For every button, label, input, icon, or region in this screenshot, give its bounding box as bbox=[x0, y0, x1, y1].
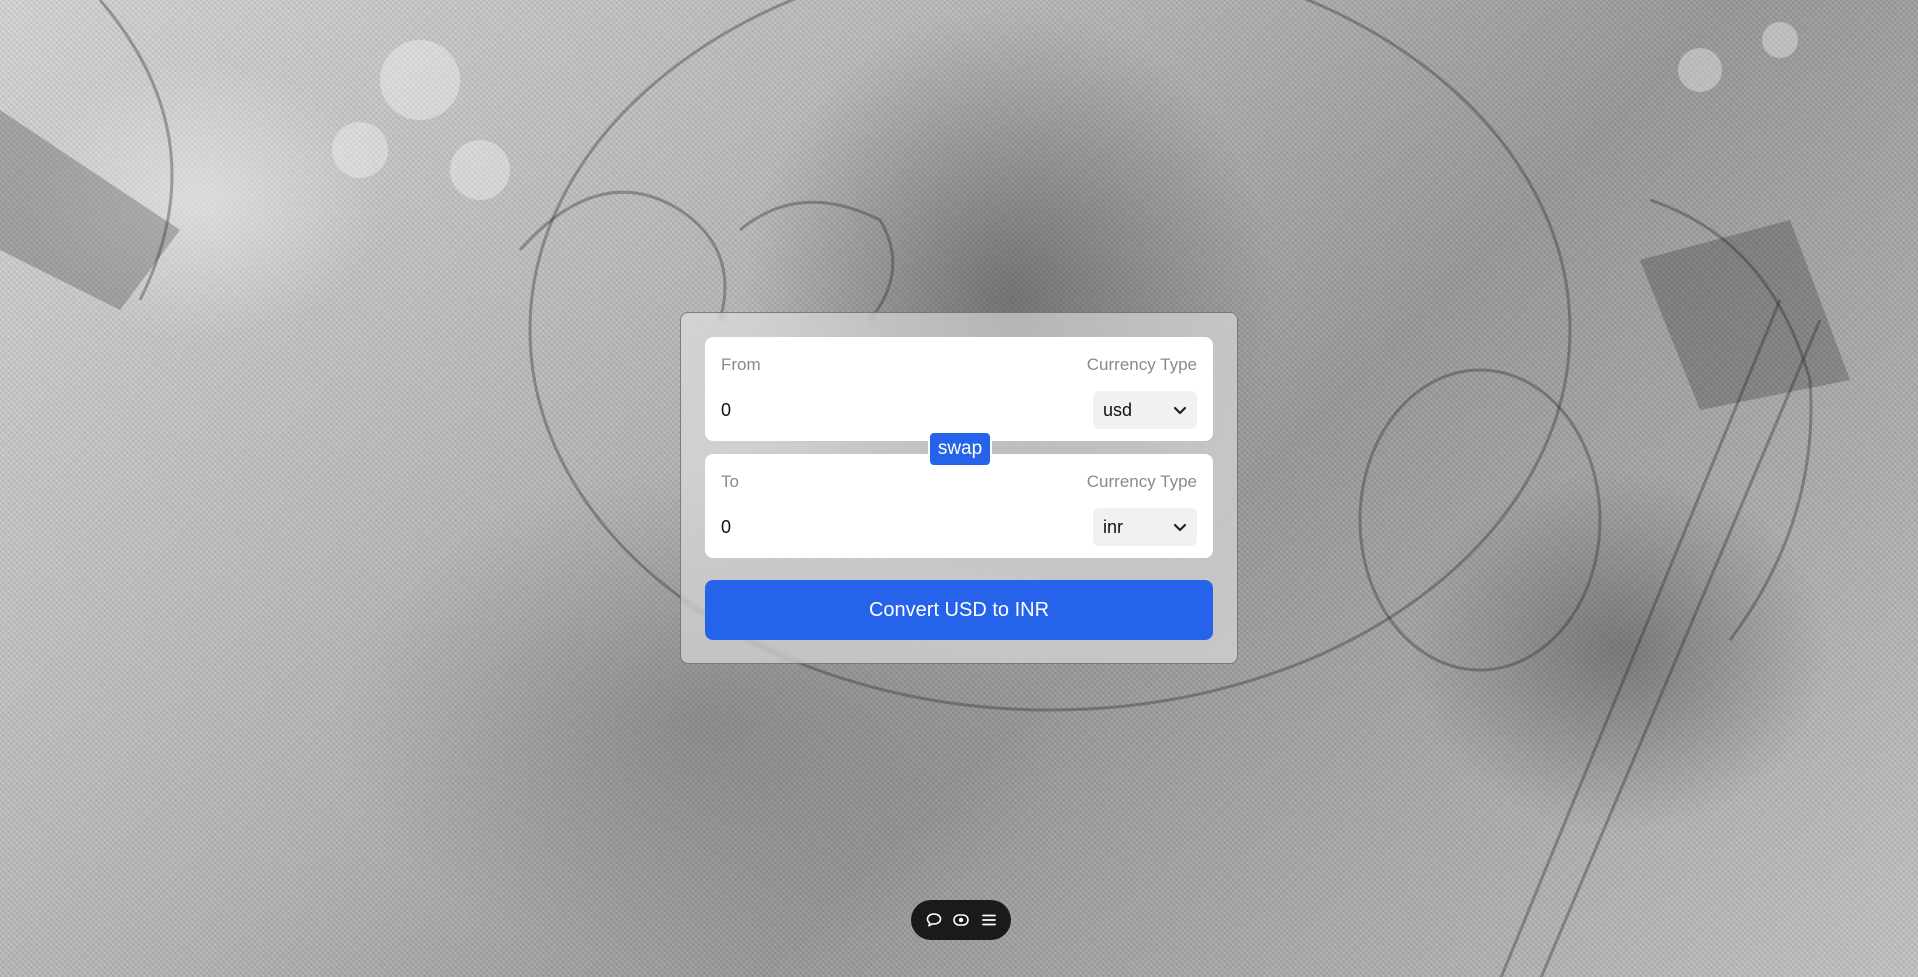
eye-icon bbox=[953, 914, 969, 926]
to-panel: To Currency Type inr bbox=[705, 454, 1213, 558]
to-currency-value: inr bbox=[1103, 516, 1124, 537]
swap-button[interactable]: swap bbox=[928, 431, 992, 467]
to-label: To bbox=[721, 472, 739, 491]
eye-button[interactable] bbox=[950, 909, 972, 931]
from-amount-input[interactable] bbox=[721, 395, 1001, 425]
from-panel: From Currency Type usd bbox=[705, 337, 1213, 441]
from-currency-select[interactable]: usd bbox=[1093, 391, 1197, 429]
currency-converter-card: From Currency Type usd swap To Currency … bbox=[680, 312, 1238, 664]
from-currency-value: usd bbox=[1103, 399, 1133, 420]
chevron-down-icon bbox=[1173, 523, 1187, 532]
from-currency-type-label: Currency Type bbox=[1086, 355, 1197, 374]
convert-button[interactable]: Convert USD to INR bbox=[705, 580, 1213, 640]
to-amount-input[interactable] bbox=[721, 512, 1001, 542]
to-currency-type-label: Currency Type bbox=[1086, 472, 1197, 491]
comment-icon bbox=[926, 913, 941, 927]
comment-button[interactable] bbox=[923, 909, 945, 931]
floating-toolbar bbox=[911, 900, 1011, 940]
from-label: From bbox=[721, 355, 761, 374]
to-currency-select[interactable]: inr bbox=[1093, 508, 1197, 546]
chevron-down-icon bbox=[1173, 406, 1187, 415]
menu-icon bbox=[981, 914, 996, 926]
menu-button[interactable] bbox=[978, 909, 1000, 931]
